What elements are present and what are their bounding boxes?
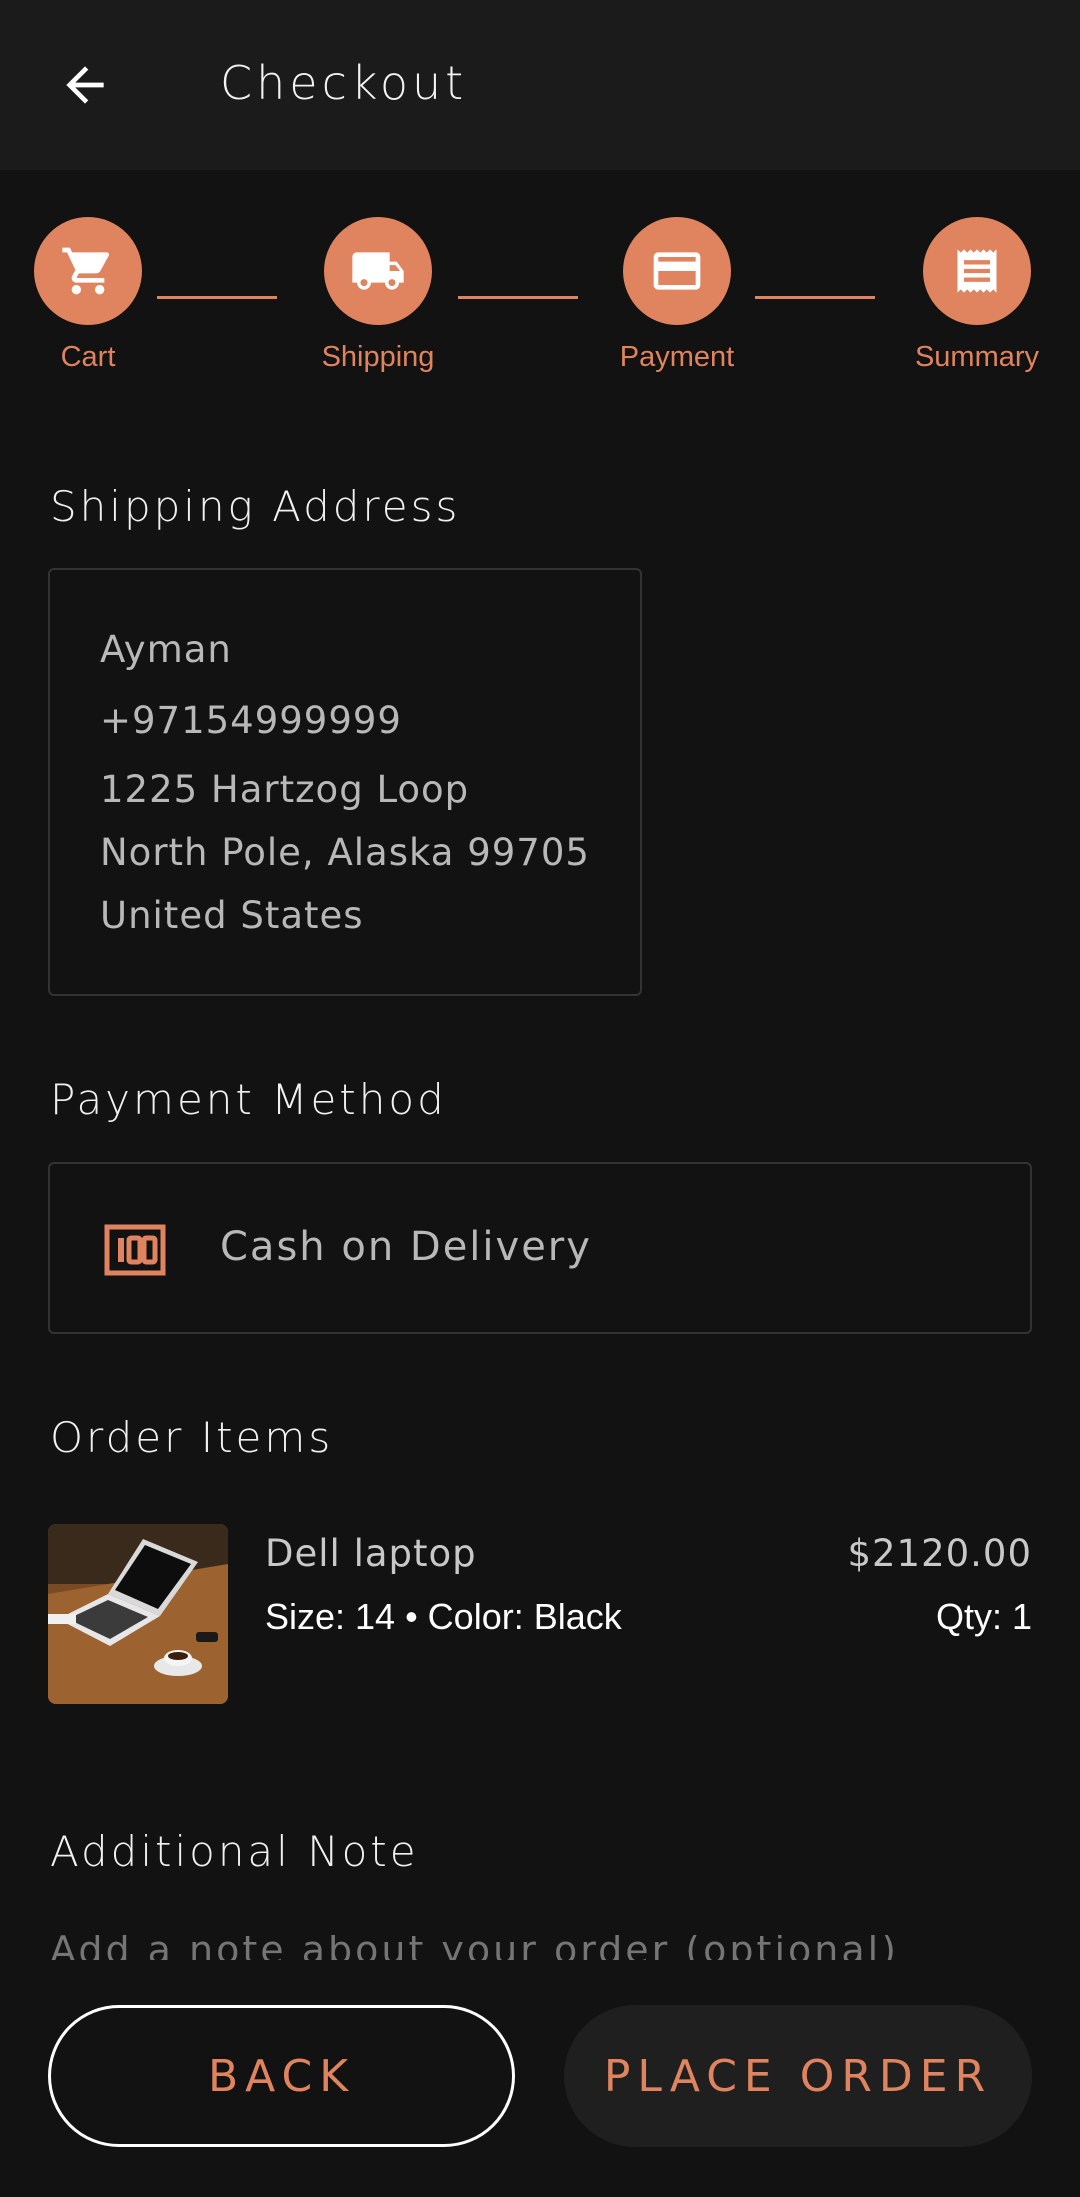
step-connector (755, 296, 875, 299)
payment-method-label: Cash on Delivery (220, 1224, 592, 1270)
address-name: Ayman (100, 628, 232, 671)
product-price: $2120.00 (847, 1532, 1032, 1575)
cart-icon (62, 247, 110, 295)
step-label-payment: Payment (619, 341, 735, 373)
step-label-summary: Summary (914, 341, 1040, 373)
address-card[interactable]: Ayman +97154999999 1225 Hartzog Loop Nor… (48, 568, 642, 996)
credit-card-icon (653, 252, 701, 290)
payment-method-heading: Payment Method (50, 1075, 447, 1124)
receipt-icon (957, 249, 997, 293)
step-payment[interactable]: Payment (597, 217, 757, 374)
step-connector (157, 296, 277, 299)
product-variant: Size: 14 • Color: Black (265, 1596, 622, 1637)
address-country: United States (100, 894, 364, 937)
step-cart[interactable]: Cart (8, 217, 168, 374)
app-bar: Checkout (0, 0, 1080, 170)
address-street: 1225 Hartzog Loop (100, 768, 470, 811)
place-order-button[interactable]: PLACE ORDER (564, 2005, 1032, 2147)
step-label-shipping: Shipping (321, 341, 435, 373)
product-quantity: Qty: 1 (935, 1596, 1032, 1637)
page-title: Checkout (220, 56, 468, 110)
step-label-cart: Cart (60, 341, 116, 373)
additional-note-heading: Additional Note (50, 1827, 419, 1876)
step-circle (923, 217, 1031, 325)
arrow-left-icon (66, 66, 104, 104)
shipping-address-heading: Shipping Address (50, 482, 461, 531)
back-arrow-button[interactable] (50, 50, 120, 120)
step-shipping[interactable]: Shipping (298, 217, 458, 374)
step-circle (324, 217, 432, 325)
cash-icon (104, 1224, 166, 1280)
order-items-heading: Order Items (50, 1413, 334, 1462)
product-image (48, 1524, 228, 1704)
step-connector (458, 296, 578, 299)
back-button[interactable]: BACK (48, 2005, 515, 2147)
step-circle (34, 217, 142, 325)
address-phone: +97154999999 (100, 699, 402, 742)
step-circle (623, 217, 731, 325)
step-summary[interactable]: Summary (897, 217, 1057, 374)
address-city: North Pole, Alaska 99705 (100, 831, 590, 874)
payment-method-card[interactable]: Cash on Delivery (48, 1162, 1032, 1334)
truck-icon (352, 252, 404, 290)
product-name: Dell laptop (265, 1532, 477, 1575)
